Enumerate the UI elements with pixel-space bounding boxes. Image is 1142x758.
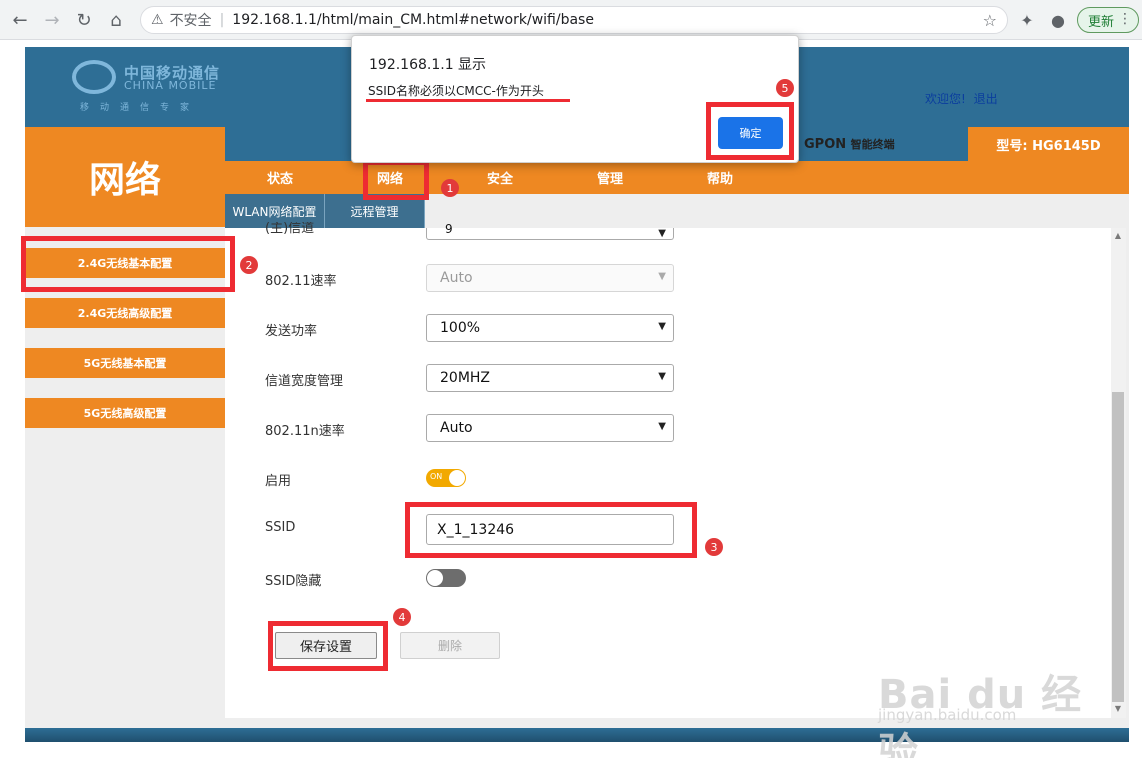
reload-icon[interactable]: ↻: [72, 8, 96, 32]
bandwidth-label: 信道宽度管理: [265, 374, 344, 389]
annotation-box-save: [268, 621, 388, 671]
sidebar-item-5g-basic[interactable]: 5G无线基本配置: [25, 348, 225, 378]
chevron-down-icon: ▼: [658, 321, 666, 332]
welcome-area: 欢迎您! 退出: [925, 90, 1002, 107]
logout-link[interactable]: 退出: [974, 92, 998, 106]
ssid-hide-toggle[interactable]: [426, 569, 466, 587]
channel-value: 9: [445, 222, 453, 236]
annotation-badge-2: 2: [240, 256, 258, 274]
rate-value: Auto: [440, 270, 473, 286]
update-label: 更新: [1088, 14, 1115, 30]
n-rate-label: 802.11n速率: [265, 424, 345, 439]
section-title: 网络: [25, 127, 225, 227]
annotation-badge-1: 1: [441, 179, 459, 197]
annotation-box-sidebar: [21, 236, 235, 292]
baidu-watermark: Bai du 经验 jingyan.baidu.com: [878, 642, 1088, 758]
delete-button: 删除: [400, 632, 500, 659]
rate-label: 802.11速率: [265, 274, 337, 289]
toggle-knob: [449, 470, 465, 486]
channel-select[interactable]: 9 ▼: [426, 222, 674, 240]
annotation-badge-3: 3: [705, 538, 723, 556]
address-bar[interactable]: ⚠ 不安全 | 192.168.1.1/html/main_CM.html#ne…: [140, 6, 1008, 34]
n-rate-value: Auto: [440, 420, 473, 436]
browser-toolbar: ← → ↻ ⌂ ⚠ 不安全 | 192.168.1.1/html/main_CM…: [0, 0, 1142, 40]
annotation-badge-5: 5: [776, 79, 794, 97]
annotation-box-ssid: [405, 502, 697, 558]
logo-mark-icon: [72, 60, 116, 94]
bookmark-star-icon[interactable]: ☆: [983, 11, 997, 30]
enable-toggle[interactable]: ON: [426, 469, 466, 487]
annotation-box-ok: [706, 102, 794, 160]
insecure-label: 不安全: [169, 13, 212, 29]
bandwidth-value: 20MHZ: [440, 370, 491, 386]
nav-management[interactable]: 管理: [570, 161, 650, 194]
welcome-text: 欢迎您!: [925, 92, 966, 106]
nav-security[interactable]: 安全: [460, 161, 540, 194]
nav-help[interactable]: 帮助: [680, 161, 760, 194]
channel-label: (主)信道: [265, 222, 315, 236]
device-gpon: GPON: [804, 137, 847, 152]
toggle-on-text: ON: [430, 472, 443, 481]
url-text: 192.168.1.1/html/main_CM.html#network/wi…: [232, 12, 594, 28]
power-value: 100%: [440, 320, 481, 336]
bandwidth-select[interactable]: 20MHZ ▼: [426, 364, 674, 392]
rate-select: Auto ▼: [426, 264, 674, 292]
sidebar-item-5g-advanced[interactable]: 5G无线高级配置: [25, 398, 225, 428]
logo-text-en: CHINA MOBILE: [124, 79, 217, 92]
scrollbar-thumb[interactable]: [1112, 392, 1124, 702]
model-label: 型号: HG6145D: [968, 127, 1129, 161]
ssid-hide-label: SSID隐藏: [265, 574, 322, 589]
device-suffix: 智能终端: [850, 138, 895, 151]
n-rate-select[interactable]: Auto ▼: [426, 414, 674, 442]
enable-label: 启用: [265, 474, 292, 489]
home-icon[interactable]: ⌂: [104, 8, 128, 32]
profile-icon[interactable]: ●: [1046, 8, 1070, 32]
scroll-up-icon[interactable]: ▲: [1112, 231, 1124, 241]
address-separator: |: [219, 12, 225, 28]
chevron-down-icon: ▼: [658, 228, 666, 239]
power-select[interactable]: 100% ▼: [426, 314, 674, 342]
nav-status[interactable]: 状态: [240, 161, 320, 194]
china-mobile-logo: 中国移动通信 CHINA MOBILE 移动通信专家: [72, 60, 242, 116]
sidebar-item-24g-advanced[interactable]: 2.4G无线高级配置: [25, 298, 225, 328]
update-button[interactable]: 更新 ⋮: [1077, 7, 1139, 33]
device-type: GPON 智能终端: [804, 136, 895, 152]
chevron-down-icon: ▼: [658, 371, 666, 382]
chevron-down-icon: ▼: [658, 421, 666, 432]
scroll-down-icon[interactable]: ▼: [1112, 704, 1124, 714]
annotation-box-network: [363, 160, 429, 200]
extensions-icon[interactable]: ✦: [1015, 8, 1039, 32]
ssid-label: SSID: [265, 520, 296, 535]
forward-icon[interactable]: →: [40, 8, 64, 32]
annotation-underline: [366, 99, 570, 102]
chevron-down-icon: ▼: [658, 271, 666, 282]
dialog-title: 192.168.1.1 显示: [369, 57, 487, 73]
power-label: 发送功率: [265, 324, 318, 339]
dialog-message: SSID名称必须以CMCC-作为开头: [368, 84, 544, 98]
warning-icon: ⚠: [151, 12, 164, 28]
back-icon[interactable]: ←: [8, 8, 32, 32]
menu-dots-icon: ⋮: [1118, 11, 1132, 27]
logo-slogan: 移动通信专家: [80, 103, 201, 113]
watermark-sub: jingyan.baidu.com: [878, 706, 1017, 724]
annotation-badge-4: 4: [393, 608, 411, 626]
toggle-knob: [427, 570, 443, 586]
